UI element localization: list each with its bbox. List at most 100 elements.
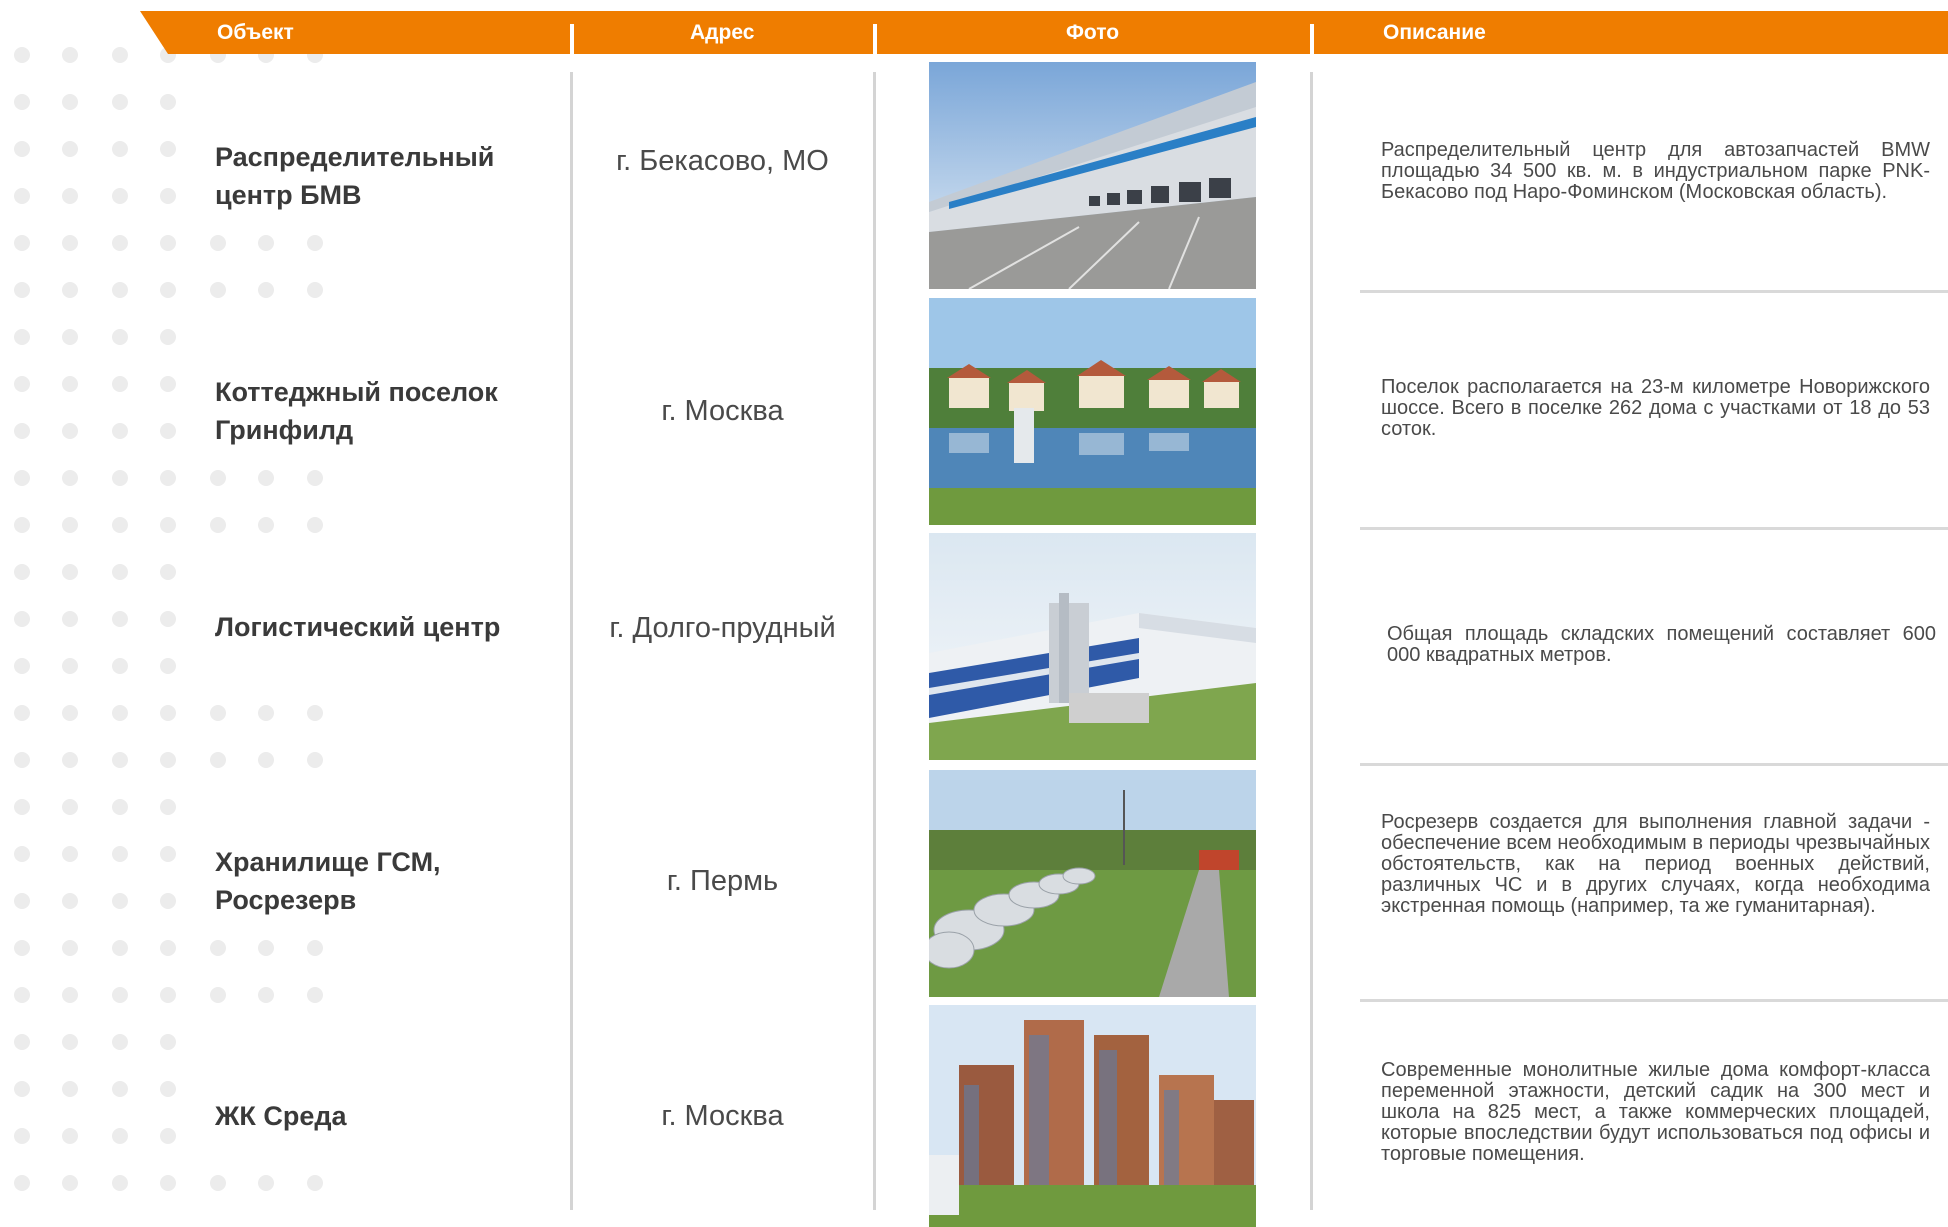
decorative-dot xyxy=(112,235,128,251)
residential-towers-photo xyxy=(929,1005,1256,1227)
decorative-dot xyxy=(112,1175,128,1191)
decorative-dot xyxy=(160,282,176,298)
decorative-dot xyxy=(14,846,30,862)
decorative-dot xyxy=(112,987,128,1003)
decorative-dot xyxy=(307,987,323,1003)
decorative-dot xyxy=(160,1081,176,1097)
decorative-dot xyxy=(210,517,226,533)
decorative-dot xyxy=(14,987,30,1003)
decorative-dot xyxy=(112,564,128,580)
decorative-dot xyxy=(112,47,128,63)
object-address: г. Долго-прудный xyxy=(609,612,836,644)
decorative-dot xyxy=(14,705,30,721)
decorative-dot xyxy=(160,470,176,486)
decorative-dot xyxy=(112,141,128,157)
decorative-dot xyxy=(258,752,274,768)
decorative-dot xyxy=(62,47,78,63)
decorative-dot xyxy=(160,235,176,251)
decorative-dot xyxy=(112,94,128,110)
table-header: Объект Адрес Фото Описание xyxy=(140,11,1948,54)
decorative-dot xyxy=(14,799,30,815)
decorative-dot xyxy=(62,564,78,580)
decorative-dot xyxy=(14,1128,30,1144)
decorative-dot xyxy=(14,141,30,157)
decorative-dot xyxy=(14,517,30,533)
decorative-dot xyxy=(14,611,30,627)
decorative-dot xyxy=(112,188,128,204)
decorative-dot xyxy=(258,470,274,486)
decorative-dot xyxy=(210,705,226,721)
decorative-dot xyxy=(62,423,78,439)
header-object: Объект xyxy=(217,21,294,44)
decorative-dot xyxy=(14,940,30,956)
decorative-dot xyxy=(62,1128,78,1144)
decorative-dot xyxy=(62,329,78,345)
decorative-dot xyxy=(14,188,30,204)
decorative-dot xyxy=(307,470,323,486)
decorative-dot xyxy=(160,1175,176,1191)
decorative-dot xyxy=(62,235,78,251)
decorative-dot xyxy=(307,517,323,533)
decorative-dot xyxy=(210,1175,226,1191)
decorative-dot xyxy=(62,940,78,956)
decorative-dot xyxy=(160,846,176,862)
decorative-dot xyxy=(210,470,226,486)
decorative-dot xyxy=(160,987,176,1003)
decorative-dot xyxy=(62,1175,78,1191)
warehouse-photo xyxy=(929,62,1256,289)
object-name: Коттеджный поселок Гринфилд xyxy=(215,377,498,445)
decorative-dot xyxy=(14,1034,30,1050)
decorative-dot xyxy=(112,611,128,627)
header-divider xyxy=(1310,24,1314,54)
decorative-dot xyxy=(112,940,128,956)
decorative-dot xyxy=(14,282,30,298)
decorative-dot xyxy=(210,752,226,768)
decorative-dot xyxy=(14,423,30,439)
decorative-dot xyxy=(258,987,274,1003)
decorative-dot xyxy=(62,611,78,627)
column-divider xyxy=(1310,72,1313,1210)
header-description: Описание xyxy=(1383,21,1486,44)
decorative-dot xyxy=(210,282,226,298)
decorative-dot xyxy=(62,282,78,298)
decorative-dot xyxy=(62,752,78,768)
decorative-dot xyxy=(160,517,176,533)
decorative-dot xyxy=(14,1081,30,1097)
decorative-dot xyxy=(112,517,128,533)
decorative-dot xyxy=(14,564,30,580)
object-name: Хранилище ГСМ, Росрезерв xyxy=(215,847,441,915)
cottage-village-photo xyxy=(929,298,1256,525)
row-divider xyxy=(1360,290,1948,293)
decorative-dot xyxy=(258,282,274,298)
decorative-dot xyxy=(307,940,323,956)
decorative-dot xyxy=(62,846,78,862)
decorative-dot xyxy=(14,658,30,674)
decorative-dot xyxy=(62,1034,78,1050)
header-divider xyxy=(570,24,574,54)
decorative-dot xyxy=(210,940,226,956)
decorative-dot xyxy=(14,376,30,392)
decorative-dot xyxy=(258,517,274,533)
decorative-dot xyxy=(160,1034,176,1050)
decorative-dot xyxy=(62,376,78,392)
decorative-dot xyxy=(14,470,30,486)
object-description: Общая площадь складских помещений состав… xyxy=(1387,623,1936,666)
decorative-dot xyxy=(112,1128,128,1144)
decorative-dot xyxy=(112,846,128,862)
decorative-dot xyxy=(112,423,128,439)
logistics-center-photo xyxy=(929,533,1256,760)
object-description: Росрезерв создается для выполнения главн… xyxy=(1381,811,1930,917)
header-address: Адрес xyxy=(690,21,755,44)
decorative-dot xyxy=(112,893,128,909)
decorative-dot xyxy=(160,376,176,392)
decorative-dot xyxy=(160,658,176,674)
object-address: г. Пермь xyxy=(666,865,779,897)
decorative-dot xyxy=(62,94,78,110)
decorative-dot xyxy=(62,799,78,815)
decorative-dot xyxy=(307,235,323,251)
decorative-dot xyxy=(307,1175,323,1191)
decorative-dot xyxy=(307,705,323,721)
column-divider xyxy=(873,72,876,1210)
decorative-dot xyxy=(160,752,176,768)
decorative-dot xyxy=(258,940,274,956)
